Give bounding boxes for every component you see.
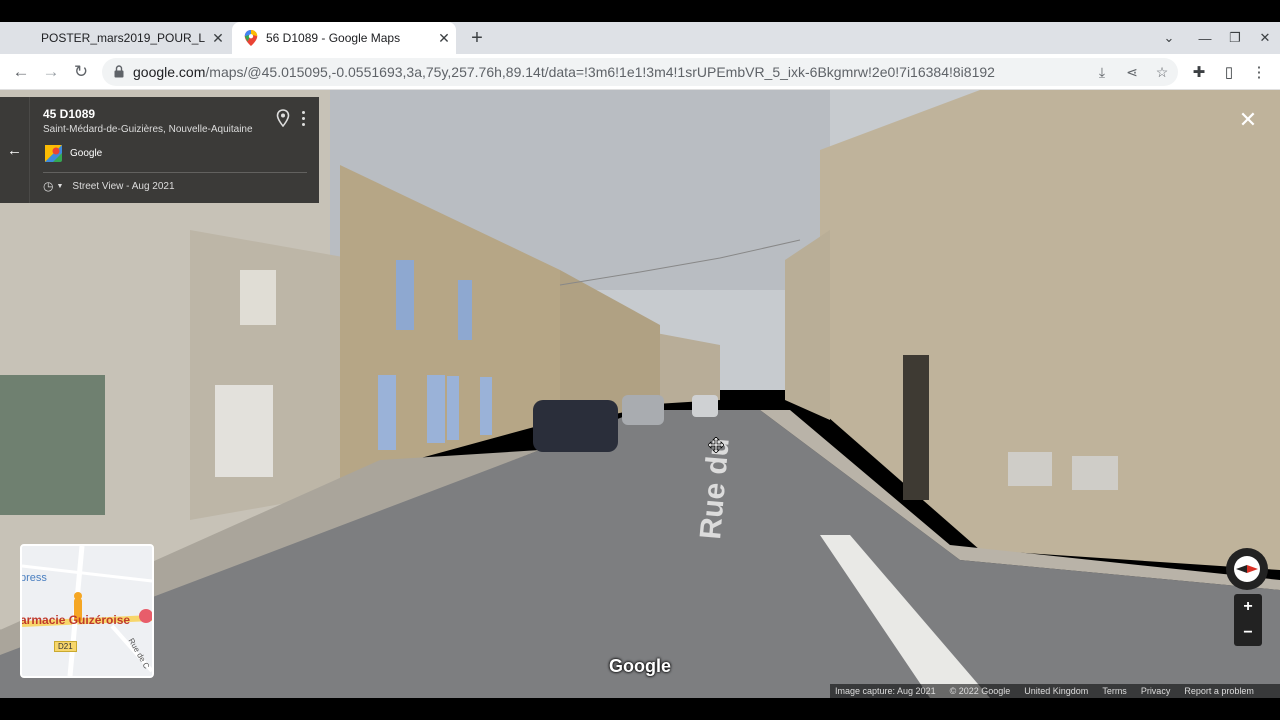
tab-strip: POSTER_mars2019_POUR_LE_W ✕ 56 D1089 - G… xyxy=(0,22,1280,54)
url-domain: google.com xyxy=(133,64,206,80)
bookmark-star-icon[interactable]: ☆ xyxy=(1152,62,1172,82)
zoom-controls: + − xyxy=(1234,594,1262,646)
place-subtitle: Saint-Médard-de-Guizières, Nouvelle-Aqui… xyxy=(43,124,253,135)
close-window-icon[interactable]: ✕ xyxy=(1250,22,1280,54)
minimap-label-press: press xyxy=(20,572,47,584)
restore-icon[interactable]: ❐ xyxy=(1220,22,1250,54)
history-icon: ◷ xyxy=(43,179,54,193)
compass-icon[interactable] xyxy=(1226,548,1268,590)
minimap-map xyxy=(22,546,152,676)
back-icon[interactable]: ← xyxy=(8,60,34,84)
side-panel-icon[interactable]: ▯ xyxy=(1219,62,1239,82)
tab-poster[interactable]: POSTER_mars2019_POUR_LE_W ✕ xyxy=(30,22,230,54)
close-street-view-icon[interactable]: ✕ xyxy=(1236,107,1260,132)
minimap-label-pharmacy: armacie Guizéroise xyxy=(20,613,131,627)
google-maps-logo-icon xyxy=(45,145,62,162)
tab-title: 56 D1089 - Google Maps xyxy=(266,31,401,45)
place-title: 45 D1089 xyxy=(43,107,96,121)
terms-link[interactable]: Terms xyxy=(1102,686,1127,696)
privacy-link[interactable]: Privacy xyxy=(1141,686,1171,696)
attribution-footer: Image capture: Aug 2021 © 2022 Google Un… xyxy=(830,684,1280,698)
chevron-down-icon: ▼ xyxy=(56,182,64,190)
tab-search-icon[interactable]: ⌄ xyxy=(1154,22,1184,54)
minimap[interactable]: press armacie Guizéroise D21 Rue de C xyxy=(20,544,154,678)
url-text: google.com/maps/@45.015095,-0.0551693,3a… xyxy=(133,64,995,80)
google-watermark: Google xyxy=(609,656,671,676)
time-travel-button[interactable]: ◷ ▼ Street View - Aug 2021 xyxy=(43,179,175,193)
image-capture-date: Image capture: Aug 2021 xyxy=(835,686,936,696)
region-link[interactable]: United Kingdom xyxy=(1024,686,1088,696)
street-view-date: Street View - Aug 2021 xyxy=(72,180,175,192)
lock-icon xyxy=(114,65,124,78)
report-problem-link[interactable]: Report a problem xyxy=(1184,686,1254,696)
tab-google-maps[interactable]: 56 D1089 - Google Maps ✕ xyxy=(232,22,456,54)
reload-icon[interactable]: ↻ xyxy=(68,60,94,84)
more-options-icon[interactable] xyxy=(298,109,308,127)
url-path: /maps/@45.015095,-0.0551693,3a,75y,257.7… xyxy=(205,64,995,80)
tab-close-icon[interactable]: ✕ xyxy=(432,30,456,47)
extensions-icon[interactable]: ✚ xyxy=(1189,62,1209,82)
google-maps-favicon-icon xyxy=(244,30,258,46)
address-bar[interactable]: google.com/maps/@45.015095,-0.0551693,3a… xyxy=(102,58,1178,86)
browser-toolbar: ← → ↻ google.com/maps/@45.015095,-0.0551… xyxy=(0,54,1280,90)
back-to-map-icon[interactable]: ← xyxy=(0,97,30,203)
minimize-icon[interactable]: — xyxy=(1190,22,1220,54)
zoom-in-button[interactable]: + xyxy=(1234,594,1262,620)
location-pin-icon[interactable] xyxy=(276,109,290,127)
compass-needle-icon xyxy=(1234,556,1260,582)
minimap-road-badge: D21 xyxy=(54,641,77,652)
street-view[interactable]: Rue du ← 45 D1089 Saint-Médard-de-Guiziè… xyxy=(0,90,1280,698)
copyright-text: © 2022 Google xyxy=(949,686,1011,696)
street-view-info-panel: ← 45 D1089 Saint-Médard-de-Guizières, No… xyxy=(0,97,319,203)
provider-row: Google xyxy=(45,145,102,162)
provider-name: Google xyxy=(70,148,103,159)
new-tab-button[interactable]: + xyxy=(466,22,488,54)
tab-close-icon[interactable]: ✕ xyxy=(206,30,230,47)
tab-title: POSTER_mars2019_POUR_LE_W xyxy=(41,31,206,45)
zoom-out-button[interactable]: − xyxy=(1234,620,1262,646)
forward-icon[interactable]: → xyxy=(38,60,64,84)
install-icon[interactable]: ⤓ xyxy=(1092,62,1112,82)
share-icon[interactable]: ⋖ xyxy=(1122,62,1142,82)
move-cursor-icon xyxy=(708,437,724,453)
menu-more-icon[interactable]: ⋮ xyxy=(1249,62,1269,82)
panel-divider xyxy=(43,172,307,173)
screen: POSTER_mars2019_POUR_LE_W ✕ 56 D1089 - G… xyxy=(0,0,1280,720)
